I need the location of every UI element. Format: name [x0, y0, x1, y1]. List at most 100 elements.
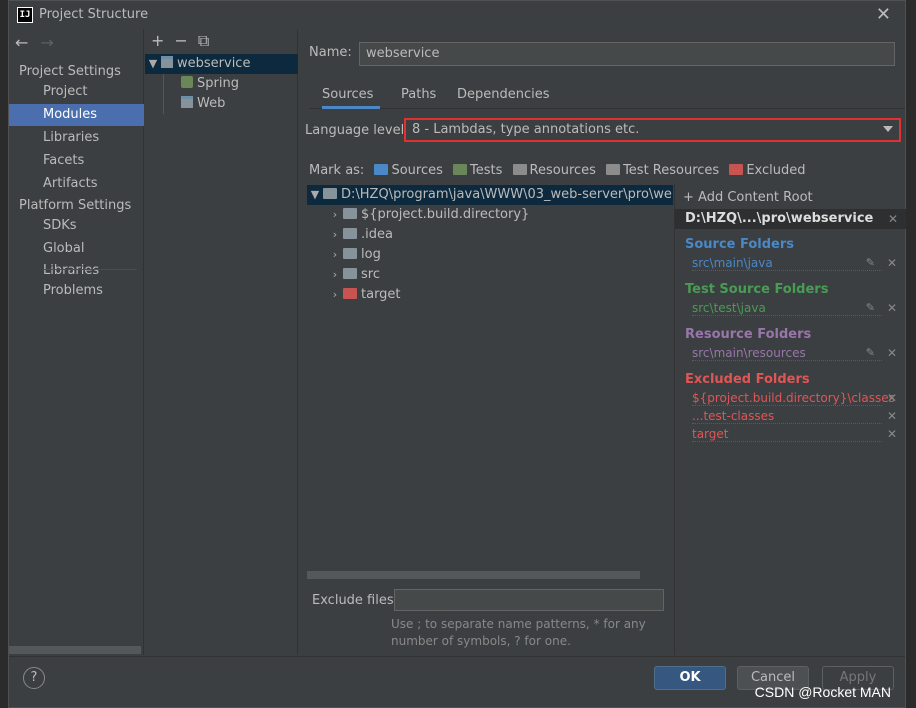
tab-paths[interactable]: Paths	[401, 85, 436, 109]
resource-folders-title: Resource Folders	[685, 327, 812, 342]
test-source-folders-title: Test Source Folders	[685, 282, 829, 297]
close-icon[interactable]: ✕	[876, 4, 891, 25]
resource-folder-item[interactable]: src\main\resources	[692, 346, 882, 361]
module-label: webservice	[177, 56, 251, 71]
mark-resources-button[interactable]: Resources	[512, 163, 596, 178]
chevron-right-icon[interactable]: ›	[327, 205, 343, 225]
nav-section-project-settings: Project Settings	[19, 64, 121, 79]
excluded-folder-item[interactable]: ...test-classes	[692, 409, 882, 424]
facet-row-spring[interactable]: Spring	[181, 74, 239, 94]
excluded-folder-item[interactable]: ${project.build.directory}\classes	[692, 391, 895, 406]
nav-item-modules[interactable]: Modules	[9, 104, 144, 126]
tab-dependencies[interactable]: Dependencies	[457, 85, 550, 109]
remove-icon[interactable]: ✕	[887, 256, 897, 270]
sources-folder-icon	[374, 164, 389, 175]
chevron-down-icon[interactable]: ▼	[307, 185, 323, 205]
excluded-folder-icon	[729, 164, 744, 175]
tree-row-build-directory[interactable]: › ${project.build.directory}	[327, 205, 530, 225]
language-level-value: 8 - Lambdas, type annotations etc.	[412, 122, 640, 137]
remove-icon[interactable]: ✕	[887, 391, 897, 405]
chevron-right-icon[interactable]: ›	[327, 285, 343, 305]
edit-icon[interactable]: ✎	[866, 301, 875, 314]
edit-icon[interactable]: ✎	[866, 256, 875, 269]
tree-row-log[interactable]: › log	[327, 245, 381, 265]
title-bar: IJ Project Structure ✕	[9, 1, 905, 29]
nav-section-platform-settings: Platform Settings	[19, 198, 132, 213]
add-module-icon[interactable]: +	[151, 31, 164, 50]
copy-module-icon[interactable]: ⧉	[198, 31, 209, 50]
nav-item-libraries[interactable]: Libraries	[9, 127, 144, 149]
background-editor-left	[0, 0, 8, 708]
content-root-tree: ▼ D:\HZQ\program\java\WWW\03_web-server\p…	[307, 183, 673, 573]
chevron-right-icon[interactable]: ›	[327, 245, 343, 265]
watermark: CSDN @Rocket MAN	[754, 684, 891, 700]
remove-module-icon[interactable]: −	[174, 31, 187, 50]
nav-item-global-libraries[interactable]: Global Libraries	[9, 238, 144, 278]
tree-row-target[interactable]: › target	[327, 285, 401, 305]
plus-icon: +	[683, 190, 699, 205]
language-level-label: Language level:	[305, 123, 409, 138]
screen: IJ Project Structure ✕ ← → Project Settin…	[0, 0, 916, 708]
facet-row-web[interactable]: Web	[181, 94, 225, 114]
excluded-folder-item[interactable]: target	[692, 427, 882, 442]
chevron-right-icon[interactable]: ›	[327, 265, 343, 285]
source-folders-title: Source Folders	[685, 237, 795, 252]
help-button[interactable]: ?	[23, 667, 45, 689]
mark-sources-button[interactable]: Sources	[374, 163, 443, 178]
nav-item-problems[interactable]: Problems	[9, 280, 144, 302]
window-title: Project Structure	[39, 7, 149, 22]
tab-sources[interactable]: Sources	[322, 85, 380, 109]
chevron-down-icon[interactable]: ▼	[145, 54, 161, 74]
edit-icon[interactable]: ✎	[866, 346, 875, 359]
tree-row-src[interactable]: › src	[327, 265, 380, 285]
mark-excluded-button[interactable]: Excluded	[729, 163, 806, 178]
name-input[interactable]: webservice	[359, 42, 895, 66]
content-root-path[interactable]: D:\HZQ\...\pro\webservice ✕	[675, 209, 906, 229]
add-content-root-button[interactable]: + Add Content Root	[683, 190, 813, 205]
module-settings-panel: Name: webservice Sources Paths Dependenc…	[299, 29, 906, 655]
remove-icon[interactable]: ✕	[887, 409, 897, 423]
remove-root-icon[interactable]: ✕	[888, 209, 898, 229]
source-folder-item[interactable]: src\main\java	[692, 256, 882, 271]
dropdown-caret-icon	[883, 126, 893, 132]
forward-arrow-icon[interactable]: →	[40, 33, 53, 52]
tree-row-root[interactable]: ▼ D:\HZQ\program\java\WWW\03_web-server\p…	[307, 185, 673, 205]
chevron-right-icon[interactable]: ›	[327, 225, 343, 245]
tree-row-idea[interactable]: › .idea	[327, 225, 393, 245]
nav-item-project[interactable]: Project	[9, 81, 144, 103]
nav-arrows: ← →	[15, 33, 66, 52]
remove-icon[interactable]: ✕	[887, 427, 897, 441]
mark-tests-button[interactable]: Tests	[453, 163, 502, 178]
module-tabs: Sources Paths Dependencies	[309, 85, 905, 109]
nav-item-facets[interactable]: Facets	[9, 150, 144, 172]
back-arrow-icon[interactable]: ←	[15, 33, 28, 52]
exclude-files-input[interactable]	[394, 589, 664, 611]
module-tree-panel: + − ⧉ ▼ webservice Spring Web	[145, 29, 298, 655]
nav-divider	[43, 269, 137, 270]
nav-item-artifacts[interactable]: Artifacts	[9, 173, 144, 195]
module-row-webservice[interactable]: ▼ webservice	[145, 54, 298, 74]
facet-label: Web	[197, 96, 226, 111]
intellij-icon: IJ	[17, 7, 33, 23]
tests-folder-icon	[453, 164, 468, 175]
spring-icon	[181, 76, 193, 88]
mark-test-resources-button[interactable]: Test Resources	[606, 163, 719, 178]
nav-item-sdks[interactable]: SDKs	[9, 215, 144, 237]
nav-scrollbar[interactable]	[9, 646, 141, 654]
ok-button[interactable]: OK	[654, 666, 726, 690]
facet-label: Spring	[197, 76, 239, 91]
project-structure-dialog: IJ Project Structure ✕ ← → Project Settin…	[8, 0, 906, 708]
folder-icon	[323, 188, 337, 199]
mark-as-label: Mark as:	[309, 163, 365, 178]
language-level-select[interactable]: 8 - Lambdas, type annotations etc.	[404, 118, 901, 142]
web-facet-icon	[181, 96, 193, 108]
remove-icon[interactable]: ✕	[887, 346, 897, 360]
module-toolbar: + − ⧉	[151, 31, 219, 51]
resources-folder-icon	[512, 164, 527, 175]
settings-nav: ← → Project Settings Project Modules Libr…	[9, 29, 144, 655]
exclude-files-hint: Use ; to separate name patterns, * for a…	[391, 617, 646, 648]
dialog-footer: ? OK Cancel Apply CSDN @Rocket MAN	[9, 656, 905, 707]
test-folder-item[interactable]: src\test\java	[692, 301, 882, 316]
tree-horizontal-scrollbar[interactable]	[307, 571, 640, 579]
remove-icon[interactable]: ✕	[887, 301, 897, 315]
